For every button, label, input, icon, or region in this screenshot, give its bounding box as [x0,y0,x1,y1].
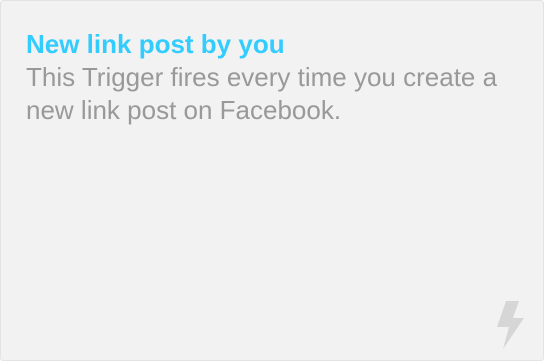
trigger-title: New link post by you [26,29,285,59]
trigger-description: This Trigger fires every time you create… [26,62,498,125]
trigger-card[interactable]: New link post by you This Trigger fires … [0,0,544,361]
lightning-bolt-icon [491,301,527,349]
